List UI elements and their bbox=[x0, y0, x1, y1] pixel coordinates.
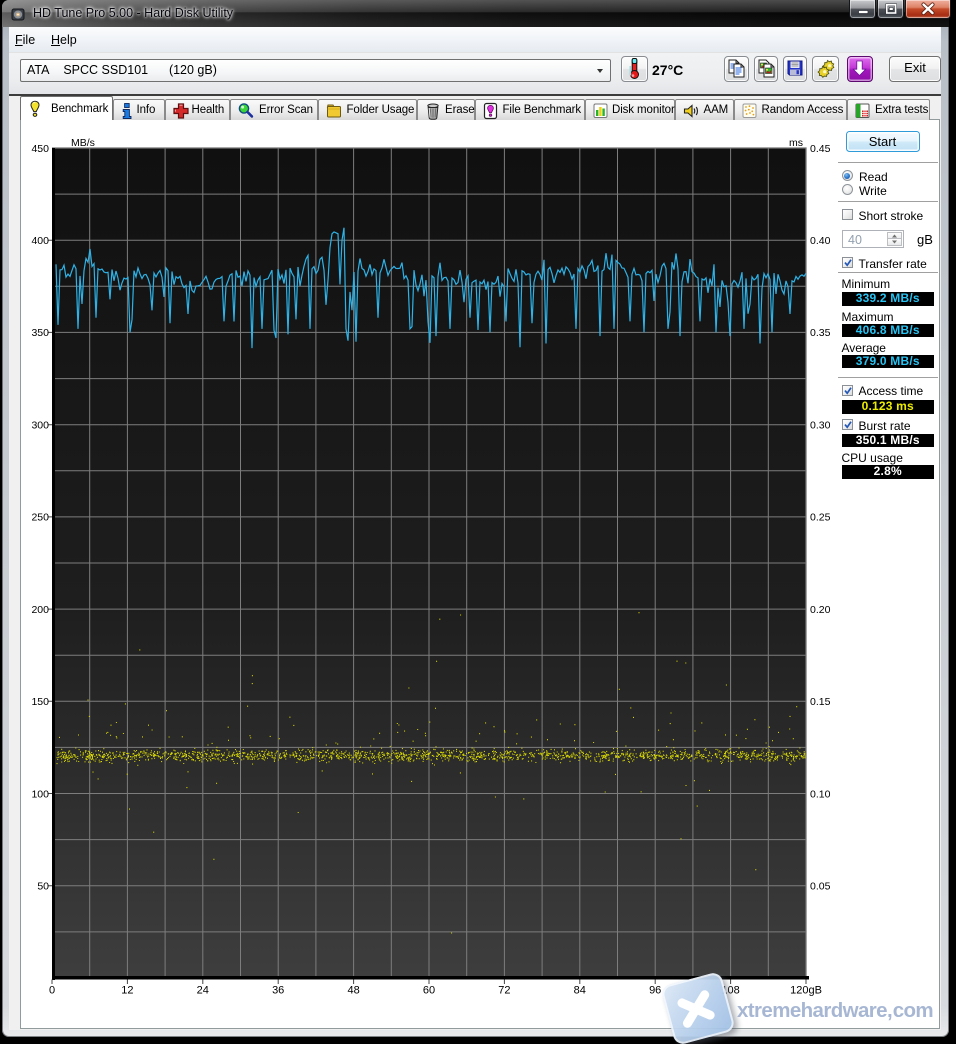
svg-text:0.30: 0.30 bbox=[810, 420, 831, 432]
svg-text:0.25: 0.25 bbox=[810, 512, 831, 524]
svg-text:150: 150 bbox=[31, 696, 49, 708]
svg-text:0.40: 0.40 bbox=[810, 235, 831, 247]
svg-text:250: 250 bbox=[31, 512, 49, 524]
svg-text:50: 50 bbox=[37, 881, 49, 893]
svg-text:MB/s: MB/s bbox=[71, 137, 95, 149]
svg-text:72: 72 bbox=[498, 985, 510, 997]
svg-text:12: 12 bbox=[121, 985, 133, 997]
svg-text:0.45: 0.45 bbox=[810, 143, 831, 155]
svg-text:0.05: 0.05 bbox=[810, 881, 831, 893]
svg-text:0.20: 0.20 bbox=[810, 604, 831, 616]
svg-text:300: 300 bbox=[31, 420, 49, 432]
svg-text:ms: ms bbox=[789, 137, 803, 149]
svg-text:120gB: 120gB bbox=[790, 985, 822, 997]
svg-text:200: 200 bbox=[31, 604, 49, 616]
svg-text:0.10: 0.10 bbox=[810, 788, 831, 800]
svg-text:100: 100 bbox=[31, 788, 49, 800]
svg-text:24: 24 bbox=[197, 985, 209, 997]
svg-text:60: 60 bbox=[423, 985, 435, 997]
svg-text:0: 0 bbox=[49, 985, 55, 997]
svg-text:36: 36 bbox=[272, 985, 284, 997]
svg-text:0.35: 0.35 bbox=[810, 327, 831, 339]
svg-text:0.15: 0.15 bbox=[810, 696, 831, 708]
svg-text:350: 350 bbox=[31, 327, 49, 339]
svg-text:400: 400 bbox=[31, 235, 49, 247]
svg-text:450: 450 bbox=[31, 143, 49, 155]
svg-text:48: 48 bbox=[347, 985, 359, 997]
svg-text:84: 84 bbox=[574, 985, 586, 997]
